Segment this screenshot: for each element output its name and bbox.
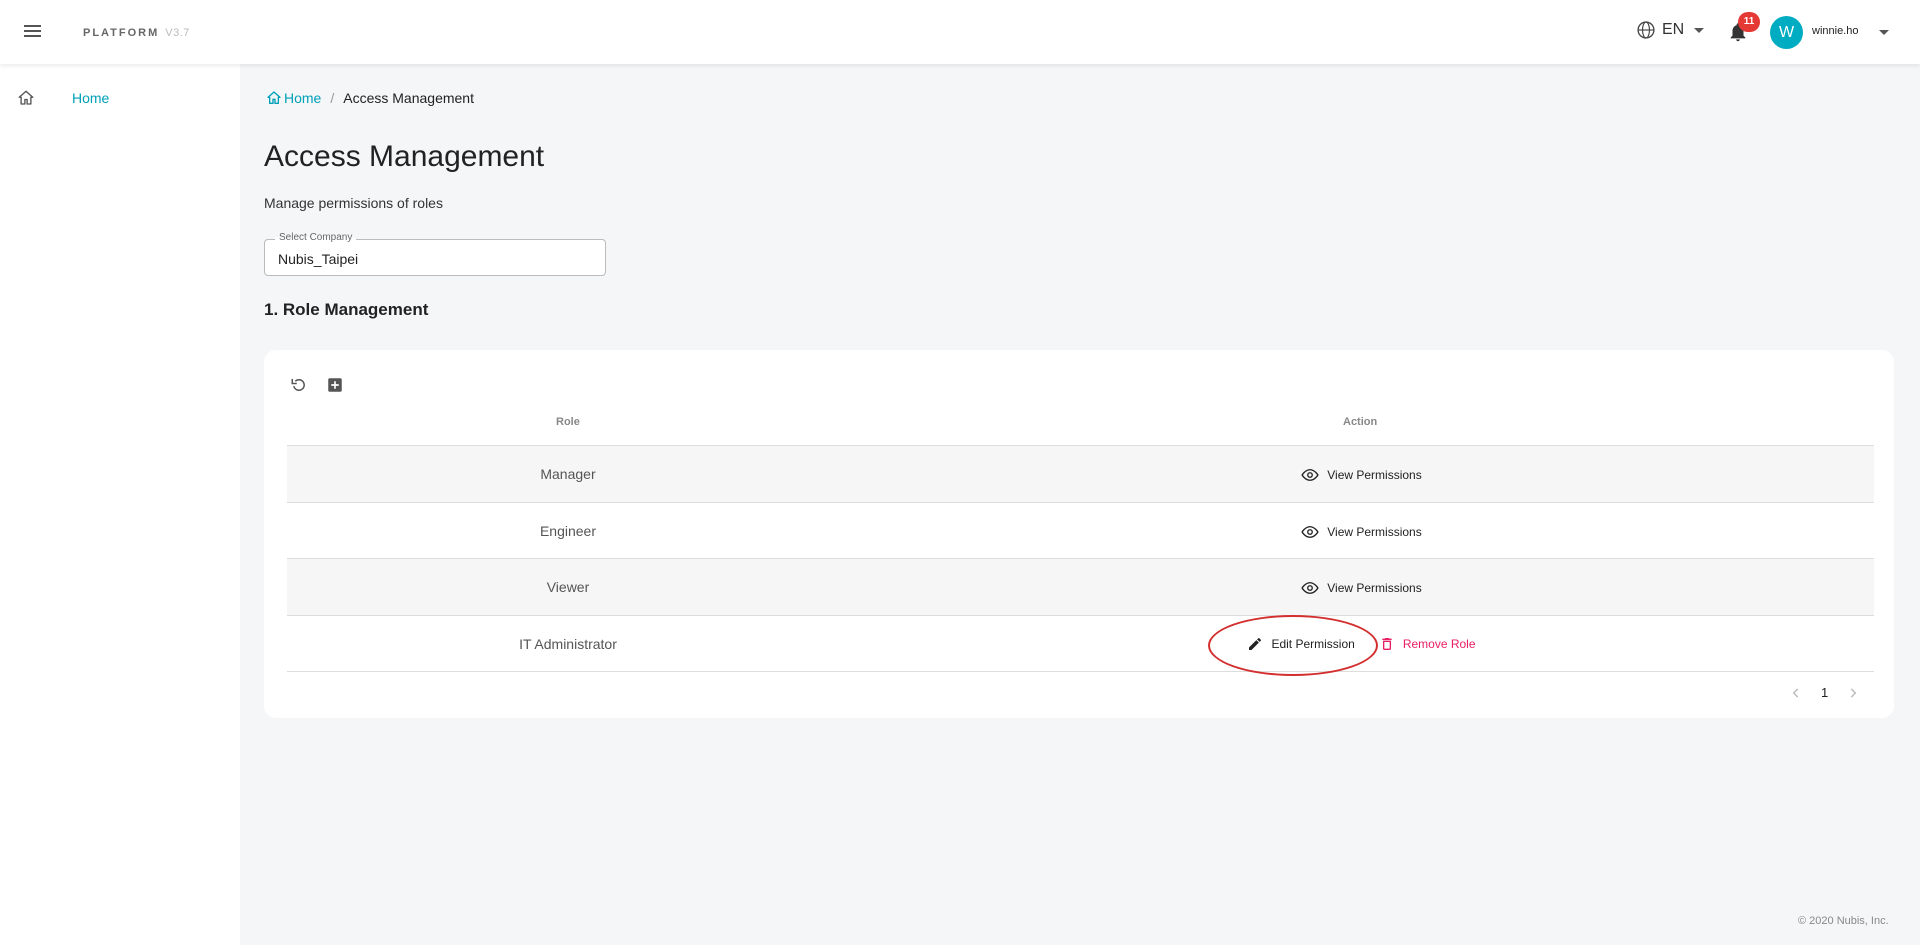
table-row: Engineer View Permissions	[287, 503, 1874, 559]
view-permissions-button[interactable]: View Permissions	[1293, 576, 1429, 600]
view-permissions-button[interactable]: View Permissions	[1293, 520, 1429, 544]
breadcrumb: Home / Access Management	[266, 90, 474, 106]
edit-permission-label: Edit Permission	[1271, 636, 1355, 651]
brand-logo: PLATFORM V3.7	[83, 27, 190, 39]
language-selector[interactable]: EN	[1636, 20, 1705, 40]
current-page-number[interactable]: 1	[1821, 685, 1828, 700]
row-actions: View Permissions	[849, 463, 1874, 487]
view-permissions-label: View Permissions	[1327, 524, 1422, 539]
pencil-icon	[1249, 637, 1262, 650]
eye-icon	[1301, 469, 1319, 481]
table-row: Viewer View Permissions	[287, 559, 1874, 616]
refresh-icon[interactable]	[288, 374, 310, 396]
eye-icon	[1301, 582, 1319, 594]
column-header-role: Role	[556, 416, 580, 428]
row-actions: View Permissions	[849, 520, 1874, 544]
page-subtitle: Manage permissions of roles	[264, 195, 443, 211]
breadcrumb-home-link[interactable]: Home	[266, 90, 321, 106]
remove-role-button[interactable]: Remove Role	[1371, 633, 1484, 655]
username-label[interactable]: winnie.ho	[1812, 25, 1858, 37]
trash-icon	[1382, 637, 1392, 650]
notification-badge: 11	[1738, 12, 1760, 32]
row-actions: View Permissions	[849, 576, 1874, 600]
role-table-card: Role Action Manager View Permissions Eng…	[264, 350, 1894, 718]
remove-role-label: Remove Role	[1402, 636, 1476, 651]
footer-copyright: © 2020 Nubis, Inc.	[1798, 915, 1889, 927]
view-permissions-label: View Permissions	[1327, 581, 1422, 595]
company-select[interactable]: Select Company Nubis_Taipei	[264, 232, 606, 276]
sidebar: Home	[0, 64, 240, 945]
role-table: Manager View Permissions Engineer View P…	[287, 445, 1874, 672]
table-row: IT Administrator Edit Permission Remove …	[287, 616, 1874, 672]
role-name: Viewer	[546, 579, 590, 595]
home-icon	[267, 91, 281, 104]
eye-icon	[1301, 525, 1319, 538]
brand-name: PLATFORM	[83, 27, 160, 39]
user-menu-chevron-icon[interactable]	[1879, 30, 1889, 35]
next-page-icon[interactable]	[1846, 686, 1860, 700]
main-content: Home / Access Management Access Manageme…	[240, 64, 1920, 945]
version-label: V3.7	[165, 27, 190, 39]
view-permissions-button[interactable]: View Permissions	[1293, 463, 1429, 487]
pagination: 1	[1789, 685, 1860, 700]
table-row: Manager View Permissions	[287, 446, 1874, 503]
sidebar-item-home[interactable]: Home	[0, 84, 240, 112]
add-role-icon[interactable]	[324, 374, 346, 396]
language-label: EN	[1662, 21, 1685, 38]
row-actions: Edit Permission Remove Role	[849, 633, 1874, 655]
app-header: PLATFORM V3.7 EN 11 W winnie.ho	[0, 0, 1920, 64]
company-select-value: Nubis_Taipei	[278, 251, 359, 267]
breadcrumb-current: Access Management	[343, 90, 474, 106]
role-name: Engineer	[539, 522, 597, 539]
menu-icon[interactable]	[22, 22, 46, 42]
avatar[interactable]: W	[1770, 16, 1803, 49]
globe-icon	[1637, 21, 1655, 39]
role-name: IT Administrator	[519, 635, 617, 652]
column-header-action: Action	[1343, 416, 1378, 428]
home-icon	[17, 89, 35, 112]
role-name: Manager	[540, 466, 596, 482]
company-select-label: Select Company	[275, 232, 357, 243]
chevron-down-icon	[1694, 27, 1705, 33]
view-permissions-label: View Permissions	[1327, 468, 1422, 482]
sidebar-item-label: Home	[72, 90, 110, 106]
edit-permission-button[interactable]: Edit Permission	[1239, 633, 1362, 655]
section-title: 1. Role Management	[264, 300, 429, 319]
previous-page-icon[interactable]	[1789, 686, 1803, 700]
breadcrumb-separator: /	[330, 90, 335, 106]
breadcrumb-home-label: Home	[284, 90, 322, 106]
page-title: Access Management	[264, 140, 545, 173]
